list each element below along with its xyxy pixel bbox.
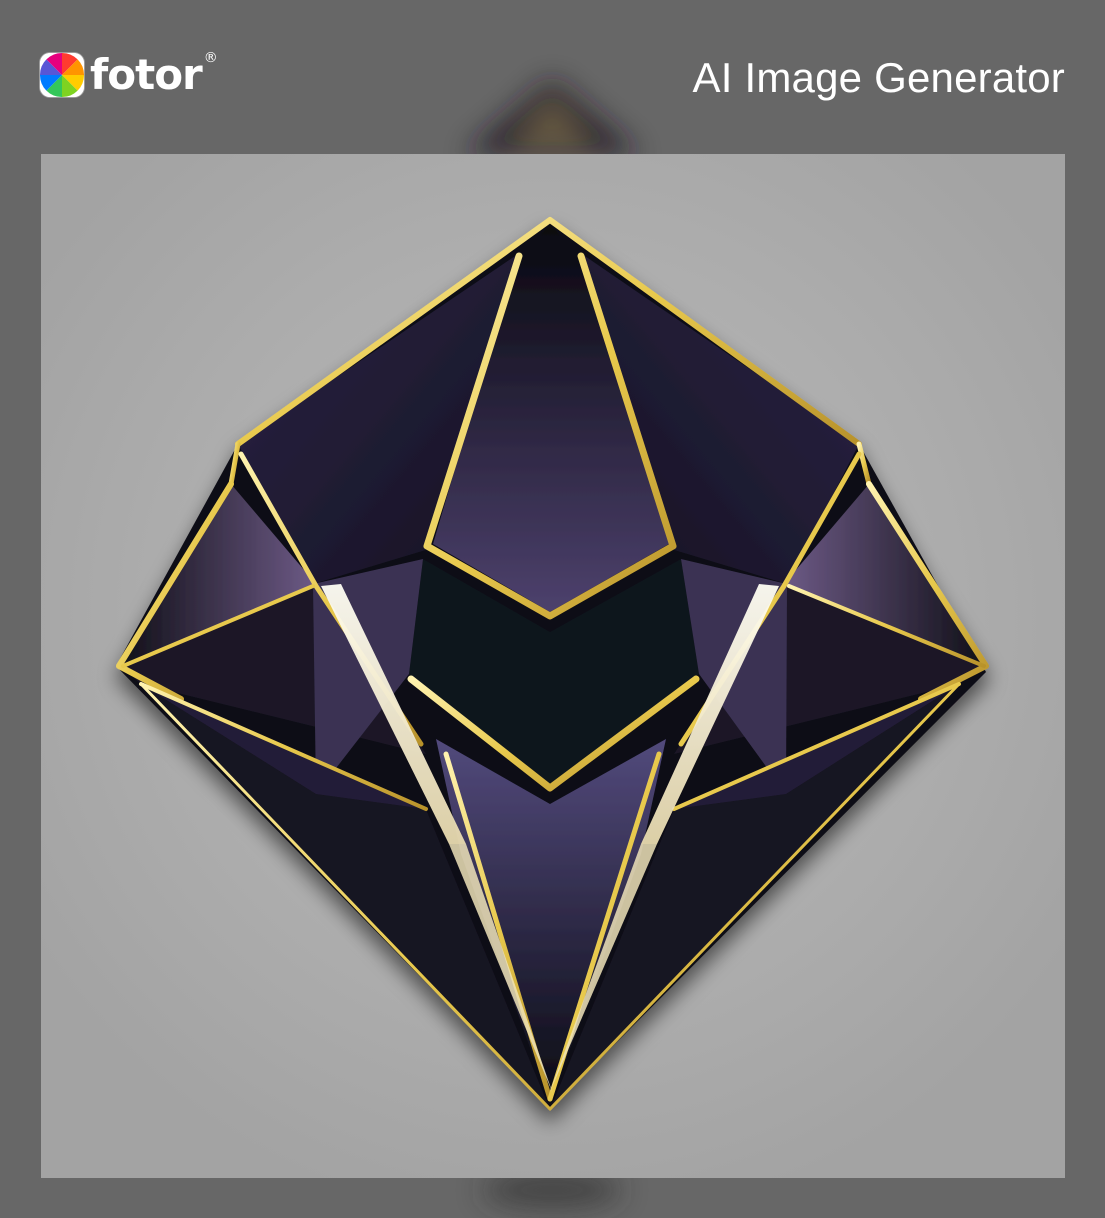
ai-generated-image-frame: fotor ® AI Image Generator: [0, 0, 1105, 1218]
brand-name: fotor: [90, 50, 203, 99]
brand-logo[interactable]: fotor ®: [40, 50, 218, 100]
generated-image: [41, 154, 1065, 1178]
header-bar: fotor ® AI Image Generator: [0, 0, 1105, 150]
diamond-logo-artwork: [41, 154, 1065, 1178]
page-title: AI Image Generator: [692, 54, 1065, 101]
registered-mark: ®: [203, 50, 218, 66]
fotor-aperture-icon: [40, 53, 84, 97]
